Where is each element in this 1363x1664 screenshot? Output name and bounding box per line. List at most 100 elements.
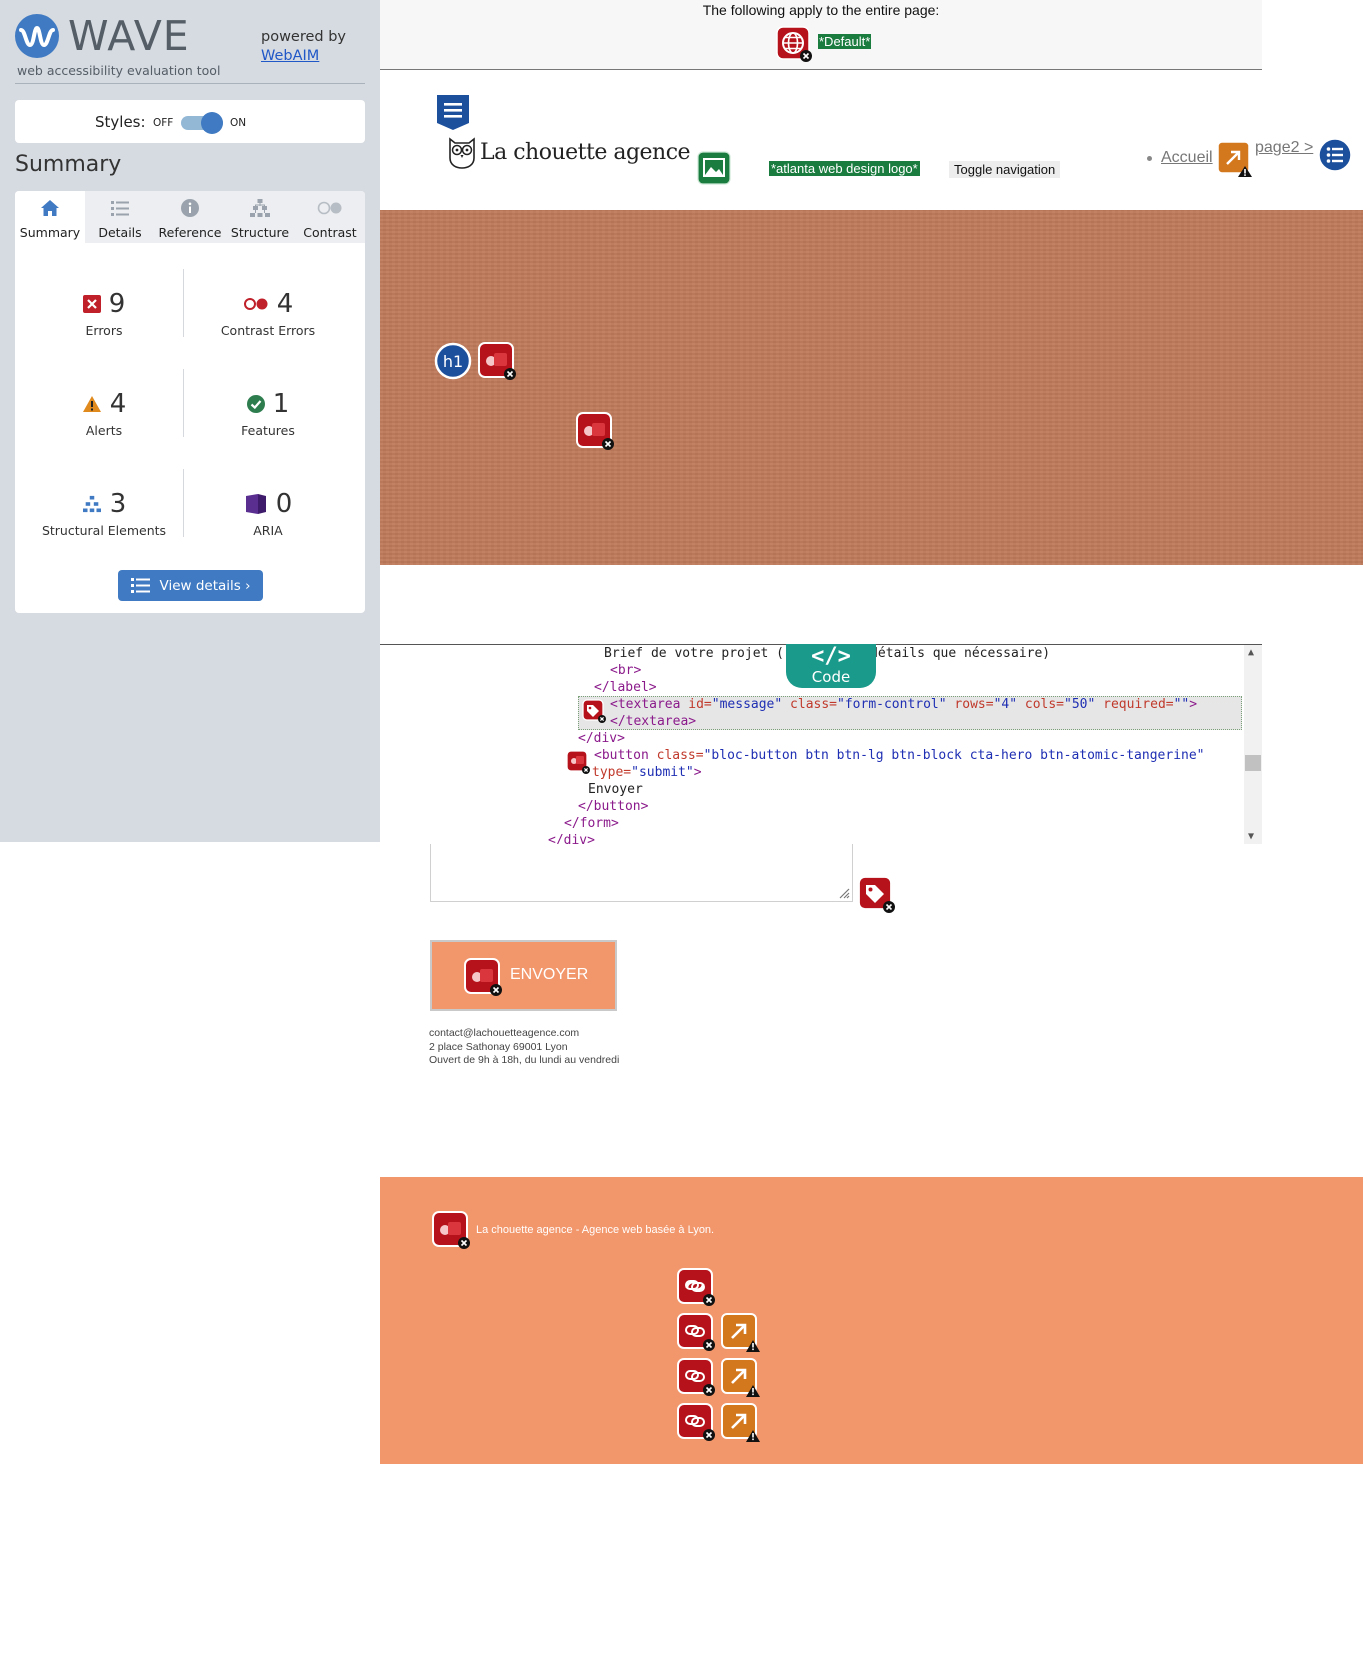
nav-link-accueil[interactable]: Accueil <box>1161 149 1213 167</box>
scroll-thumb[interactable] <box>1245 755 1261 771</box>
code-token: "50" <box>1064 697 1096 712</box>
info-icon <box>181 199 199 217</box>
empty-button-error-icon[interactable] <box>566 750 590 774</box>
tab-details[interactable]: Details <box>85 191 155 243</box>
tab-reference[interactable]: Reference <box>155 191 225 243</box>
stat-features[interactable]: 1 Features <box>188 387 348 438</box>
wave-tagline: web accessibility evaluation tool <box>17 63 221 78</box>
code-token: > <box>1189 697 1198 712</box>
code-token: "message" <box>711 697 783 712</box>
empty-link-error-icon[interactable] <box>677 1268 717 1308</box>
code-line: Envoyer <box>588 782 643 797</box>
powered-by-text: powered by <box>261 29 347 45</box>
empty-link-error-icon[interactable] <box>677 1313 717 1353</box>
home-icon <box>41 200 59 216</box>
contact-email: contact@lachouetteagence.com <box>429 1027 580 1039</box>
missing-label-error-icon[interactable] <box>582 699 606 723</box>
contact-block: contact@lachouetteagence.com 2 place Sat… <box>429 1027 619 1068</box>
code-token: <textarea <box>610 697 681 712</box>
h1-heading-icon[interactable]: h1 <box>434 342 472 380</box>
wave-sidebar: WAVE web accessibility evaluation tool p… <box>0 0 380 842</box>
envoyer-submit-button[interactable]: ENVOYER <box>430 940 617 1011</box>
empty-link-error-icon[interactable] <box>677 1358 717 1398</box>
redirect-alert-icon[interactable] <box>1217 141 1253 178</box>
code-token: "" <box>1173 697 1190 712</box>
h1-badge-text: h1 <box>443 352 463 371</box>
redirect-alert-icon[interactable] <box>721 1313 761 1353</box>
message-textarea[interactable] <box>430 844 853 902</box>
scroll-down-icon[interactable]: ▼ <box>1248 831 1254 842</box>
alerts-label: Alerts <box>85 423 123 438</box>
structural-label: Structural Elements <box>41 523 167 538</box>
default-language-label: *Default* <box>818 34 872 49</box>
nav-bullet <box>1147 156 1152 161</box>
stat-errors[interactable]: 9 Errors <box>24 287 184 338</box>
stat-alerts[interactable]: 4 Alerts <box>24 387 184 438</box>
envoyer-label: ENVOYER <box>510 966 589 983</box>
code-line: </form> <box>564 816 619 831</box>
code-token: required= <box>1095 697 1174 712</box>
styles-toggle-knob[interactable] <box>201 112 223 134</box>
code-token: type= <box>592 765 632 780</box>
alt-text-feature-icon[interactable] <box>697 151 731 185</box>
features-label: Features <box>241 423 295 438</box>
nav-link-page2[interactable]: page2 > <box>1255 139 1313 157</box>
code-line: </div> <box>548 833 595 844</box>
code-token: cols= <box>1017 697 1065 712</box>
empty-heading-error-icon[interactable] <box>478 342 518 382</box>
language-error-icon[interactable] <box>776 26 812 62</box>
styles-label: Styles: <box>95 113 146 131</box>
footer-text: La chouette agence - Agence web basée à … <box>476 1224 715 1236</box>
empty-heading-error-icon[interactable] <box>576 412 616 452</box>
contrast-icon <box>317 201 342 215</box>
logo-alt-label: *atlanta web design logo* <box>769 161 920 176</box>
scroll-up-icon[interactable]: ▲ <box>1248 647 1254 658</box>
code-line: <br> <box>610 663 642 678</box>
code-line: </div> <box>578 731 625 746</box>
error-icon <box>82 295 101 313</box>
code-token: > <box>693 765 702 780</box>
stat-aria[interactable]: 0 ARIA <box>188 487 348 538</box>
code-token: class= <box>648 748 704 763</box>
redirect-alert-icon[interactable] <box>721 1358 761 1398</box>
list-icon <box>130 578 150 593</box>
empty-heading-error-icon[interactable] <box>432 1211 472 1251</box>
css-style-icon[interactable] <box>435 93 471 131</box>
list-icon <box>111 200 129 216</box>
contrast-errors-label: Contrast Errors <box>220 323 316 338</box>
stat-contrast-errors[interactable]: 4 Contrast Errors <box>188 287 348 338</box>
code-tab-icon: </> <box>811 644 851 669</box>
code-toggle-tab[interactable]: </> Code <box>786 644 876 688</box>
alert-icon <box>82 396 101 412</box>
list-feature-icon[interactable] <box>1318 138 1352 172</box>
tab-contrast[interactable]: Contrast <box>295 191 365 243</box>
resize-handle-icon[interactable] <box>838 887 850 899</box>
hierarchy-icon <box>250 199 270 217</box>
tab-summary[interactable]: Summary <box>15 191 85 243</box>
tab-details-label: Details <box>98 225 142 240</box>
view-details-button[interactable]: View details › <box>118 570 263 601</box>
feature-check-icon <box>246 395 265 413</box>
code-token: "submit" <box>631 765 694 780</box>
stat-structural[interactable]: 3 Structural Elements <box>24 487 184 538</box>
toggle-navigation-button[interactable]: Toggle navigation <box>949 161 1061 178</box>
toggle-on-label: ON <box>230 117 247 129</box>
tab-summary-label: Summary <box>19 225 81 240</box>
contact-hours: Ouvert de 9h à 18h, du lundi au vendredi <box>429 1054 620 1066</box>
brand-text: La chouette agence <box>480 140 691 165</box>
redirect-alert-icon[interactable] <box>721 1403 761 1443</box>
errors-count: 9 <box>108 289 126 319</box>
tab-structure[interactable]: Structure <box>225 191 295 243</box>
code-line: </textarea> <box>610 714 697 729</box>
empty-link-error-icon[interactable] <box>677 1403 717 1443</box>
code-token: <button <box>594 748 649 763</box>
code-token: rows= <box>946 697 994 712</box>
tab-structure-label: Structure <box>230 225 290 240</box>
missing-label-error-icon[interactable] <box>858 876 896 914</box>
webaim-link[interactable]: WebAIM <box>261 48 319 64</box>
tab-reference-label: Reference <box>158 225 222 240</box>
contrast-errors-count: 4 <box>276 289 294 319</box>
code-line-textarea: <textarea id="message" class="form-contr… <box>610 696 1197 713</box>
code-token: "bloc-button btn btn-lg btn-block cta-he… <box>703 748 1205 763</box>
code-scrollbar[interactable]: ▲ ▼ <box>1244 645 1262 844</box>
